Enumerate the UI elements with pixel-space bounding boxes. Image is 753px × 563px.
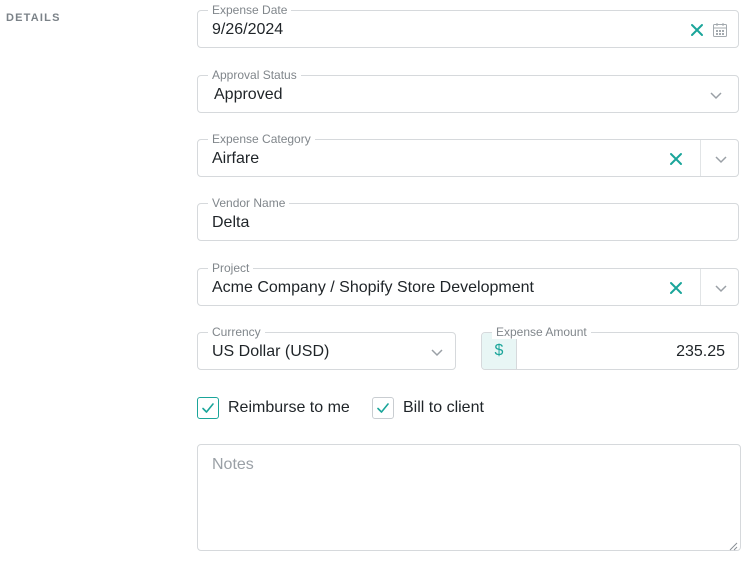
currency-label: Currency xyxy=(208,325,265,339)
expense-amount-input[interactable]: $ Expense Amount 235.25 xyxy=(481,325,739,370)
approval-status-value: Approved xyxy=(214,86,283,103)
project-label: Project xyxy=(208,261,254,275)
expense-date-field[interactable]: Expense Date 9/26/2024 xyxy=(197,3,739,48)
bill-client-label[interactable]: Bill to client xyxy=(403,399,484,417)
approval-status-label: Approval Status xyxy=(208,68,301,82)
expense-amount-value: 235.25 xyxy=(676,343,725,360)
chevron-down-icon[interactable] xyxy=(714,152,728,166)
notes-placeholder: Notes xyxy=(212,456,254,473)
notes-textarea[interactable]: Notes xyxy=(197,444,741,551)
chevron-down-icon[interactable] xyxy=(709,88,723,102)
chevron-down-icon[interactable] xyxy=(714,281,728,295)
vendor-name-input[interactable]: Vendor Name Delta xyxy=(197,196,739,241)
calendar-icon[interactable] xyxy=(712,22,728,38)
approval-status-select[interactable]: Approval Status Approved xyxy=(197,68,739,113)
section-label: DETAILS xyxy=(6,12,61,24)
expense-category-value: Airfare xyxy=(212,150,260,167)
clear-icon[interactable] xyxy=(689,22,705,38)
project-select[interactable]: Project Acme Company / Shopify Store Dev… xyxy=(197,261,739,306)
checkmark-icon xyxy=(377,403,389,413)
reimburse-label[interactable]: Reimburse to me xyxy=(228,399,350,417)
expense-category-label: Expense Category xyxy=(208,132,315,146)
reimburse-checkbox-row[interactable]: Reimburse to me xyxy=(197,395,350,421)
project-value: Acme Company / Shopify Store Development xyxy=(212,279,534,296)
reimburse-checkbox[interactable] xyxy=(197,397,219,419)
resize-handle-icon[interactable] xyxy=(728,538,738,551)
checkmark-icon xyxy=(202,403,214,413)
clear-icon[interactable] xyxy=(668,280,684,296)
chevron-down-icon[interactable] xyxy=(430,345,444,359)
clear-icon[interactable] xyxy=(668,151,684,167)
bill-client-checkbox[interactable] xyxy=(372,397,394,419)
divider xyxy=(700,269,701,305)
divider xyxy=(700,140,701,176)
currency-select[interactable]: Currency US Dollar (USD) xyxy=(197,325,456,370)
bill-client-checkbox-row[interactable]: Bill to client xyxy=(372,395,484,421)
currency-value: US Dollar (USD) xyxy=(212,343,330,360)
expense-category-select[interactable]: Expense Category Airfare xyxy=(197,132,739,177)
expense-date-label: Expense Date xyxy=(208,3,292,17)
vendor-name-label: Vendor Name xyxy=(208,196,290,210)
expense-amount-label: Expense Amount xyxy=(492,325,591,339)
expense-date-value: 9/26/2024 xyxy=(212,21,284,38)
vendor-name-value: Delta xyxy=(212,214,250,231)
